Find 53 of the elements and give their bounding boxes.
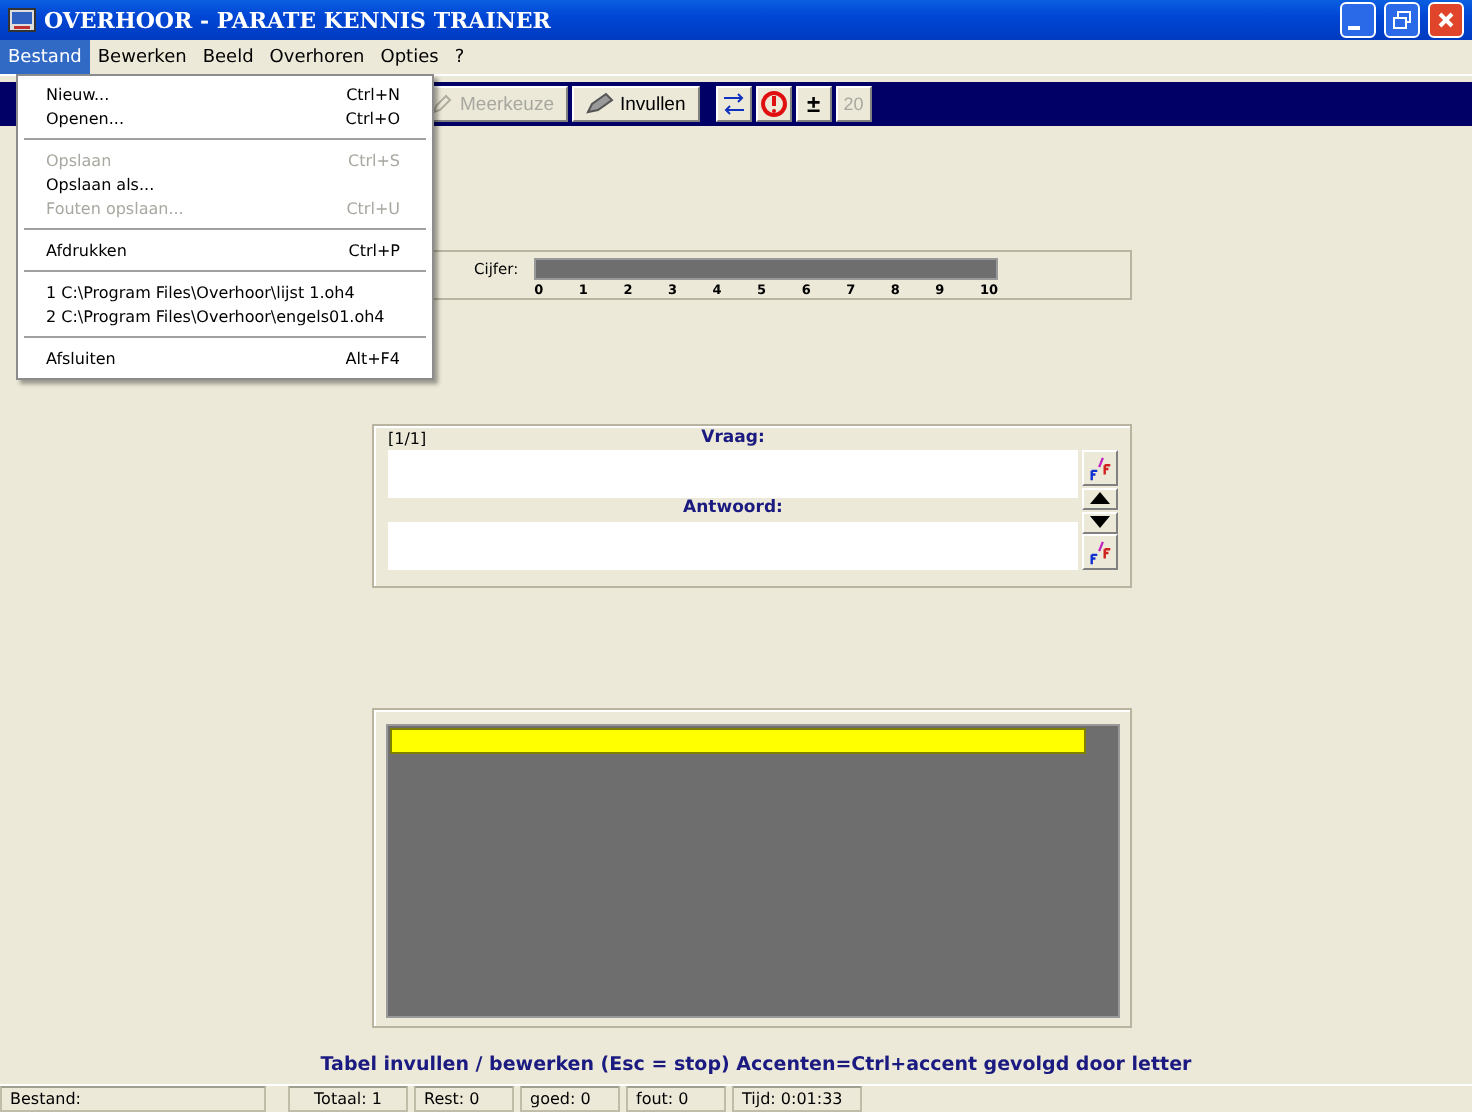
up-triangle-icon	[1090, 492, 1110, 504]
menu-item[interactable]: Opties	[372, 40, 447, 74]
status-field: Bestand:	[0, 1086, 266, 1112]
down-button[interactable]	[1082, 511, 1118, 533]
maximize-button[interactable]	[1384, 2, 1420, 38]
shortcut-label: Ctrl+N	[346, 85, 400, 103]
alert-button[interactable]	[755, 86, 792, 122]
restore-icon	[1390, 8, 1414, 32]
shortcut-label: Alt+F4	[345, 349, 400, 367]
font-icon	[1087, 455, 1113, 481]
menu-item[interactable]: Overhoren	[261, 40, 373, 74]
question-field[interactable]	[388, 450, 1078, 498]
font-button[interactable]	[1082, 450, 1118, 486]
font-icon	[1087, 539, 1113, 565]
font-button[interactable]	[1082, 534, 1118, 570]
toolbar-button[interactable]: Invullen	[572, 86, 700, 122]
menu-item[interactable]: Bewerken	[89, 40, 195, 74]
down-triangle-icon	[1090, 516, 1110, 528]
shortcut-label: Ctrl+P	[348, 241, 400, 259]
app-icon	[8, 8, 36, 32]
status-field: fout: 0	[626, 1086, 726, 1112]
menu-entry[interactable]: Afdrukken Ctrl+P	[22, 238, 428, 262]
toolbar-button[interactable]: ±	[795, 86, 832, 122]
menu-item[interactable]: Bestand	[0, 40, 90, 74]
pencil-icon	[586, 92, 614, 116]
card-counter: [1/1]	[388, 430, 427, 450]
menu-item[interactable]: Beeld	[194, 40, 262, 74]
close-button[interactable]	[1428, 2, 1464, 38]
menu-entry[interactable]: Afsluiten Alt+F4	[22, 346, 428, 370]
minimize-icon	[1348, 26, 1360, 30]
status-field: goed: 0	[520, 1086, 620, 1112]
pencil-icon	[430, 92, 454, 116]
close-icon	[1434, 8, 1458, 32]
shortcut-label: Ctrl+S	[347, 151, 400, 169]
swap-arrows-icon	[721, 92, 746, 116]
status-field: Totaal: 1	[288, 1086, 408, 1112]
menu-entry[interactable]: 2 C:\Program Files\Overhoor\engels01.oh4	[22, 304, 428, 328]
status-field: Tijd: 0:01:33	[732, 1086, 862, 1112]
help-text: Tabel invullen / bewerken (Esc = stop) Accenten=Ctrl+accent gevolgd door letter	[318, 1054, 1194, 1080]
up-button[interactable]	[1082, 487, 1118, 509]
menu-item[interactable]: ?	[446, 40, 473, 74]
question-label: Vraag:	[701, 428, 765, 450]
menu-entry[interactable]: Opslaan als...	[22, 172, 428, 196]
answer-field[interactable]	[388, 522, 1078, 570]
exclamation-circle-icon	[759, 90, 788, 118]
answer-label: Antwoord:	[683, 498, 783, 522]
menu-entry[interactable]: 1 C:\Program Files\Overhoor\lijst 1.oh4	[22, 280, 428, 304]
window-title: OVERHOOR - PARATE KENNIS TRAINER	[44, 7, 551, 33]
shortcut-label: Ctrl+U	[346, 199, 400, 217]
swap-button[interactable]	[715, 86, 752, 122]
status-field: Rest: 0	[414, 1086, 514, 1112]
minimize-button[interactable]	[1340, 2, 1376, 38]
shortcut-label: Ctrl+O	[345, 109, 400, 127]
